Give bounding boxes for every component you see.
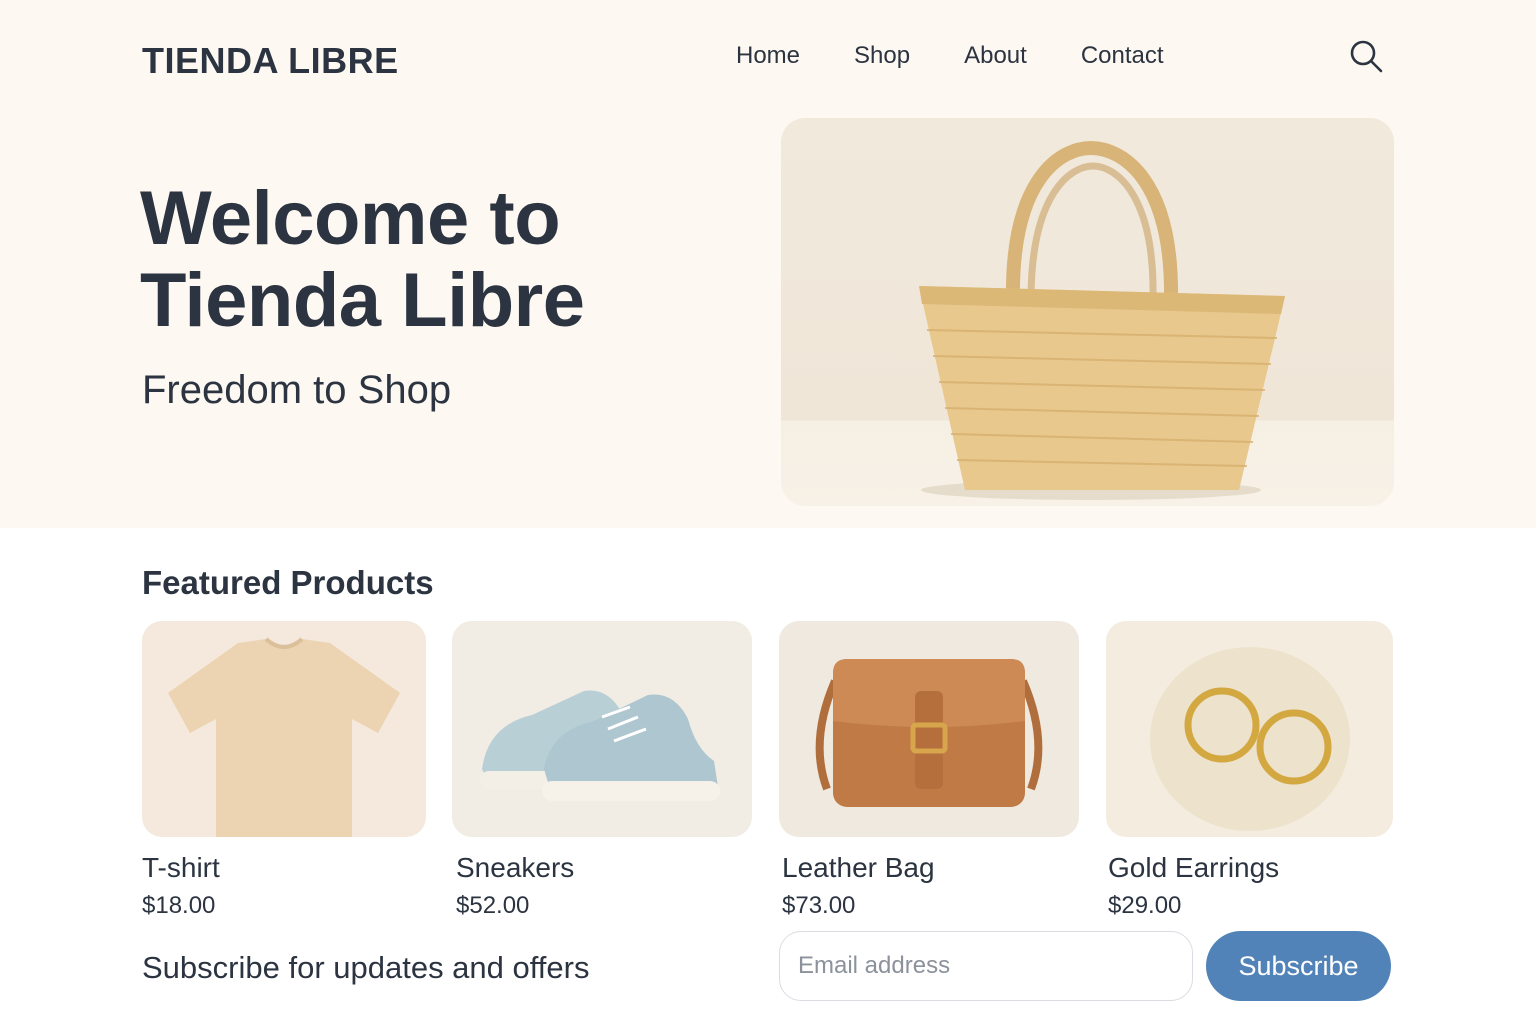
- product-name[interactable]: Gold Earrings: [1108, 852, 1279, 884]
- nav-contact[interactable]: Contact: [1081, 42, 1164, 70]
- product-name[interactable]: Sneakers: [456, 852, 574, 884]
- nav-shop[interactable]: Shop: [854, 42, 910, 70]
- main-nav: Home Shop About Contact: [736, 40, 1164, 72]
- nav-home[interactable]: Home: [736, 42, 800, 70]
- hero-subtitle: Freedom to Shop: [142, 368, 452, 412]
- brand-logo[interactable]: TIENDA LIBRE: [142, 40, 399, 82]
- hero-title-line2: Tienda Libre: [140, 258, 585, 343]
- nav-about[interactable]: About: [964, 42, 1027, 70]
- product-image-leather-bag[interactable]: [779, 621, 1079, 837]
- product-price: $18.00: [142, 892, 216, 919]
- subscribe-button[interactable]: Subscribe: [1206, 931, 1391, 1001]
- product-name[interactable]: T-shirt: [142, 852, 220, 884]
- product-price: $29.00: [1108, 892, 1182, 919]
- product-name[interactable]: Leather Bag: [782, 852, 935, 884]
- product-price: $52.00: [456, 892, 530, 919]
- email-input[interactable]: [779, 931, 1193, 1001]
- product-image-gold-earrings[interactable]: [1106, 621, 1393, 837]
- product-image-sneakers[interactable]: [452, 621, 752, 837]
- search-icon[interactable]: [1348, 38, 1384, 74]
- hero-image-tote-bag: [781, 118, 1394, 506]
- product-price: $73.00: [782, 892, 856, 919]
- product-image-tshirt[interactable]: [142, 621, 426, 837]
- subscribe-text: Subscribe for updates and offers: [142, 950, 590, 985]
- hero-title-line1: Welcome to: [140, 176, 561, 261]
- featured-products-heading: Featured Products: [142, 564, 434, 601]
- hero-title: Welcome to Tienda Libre: [140, 176, 585, 343]
